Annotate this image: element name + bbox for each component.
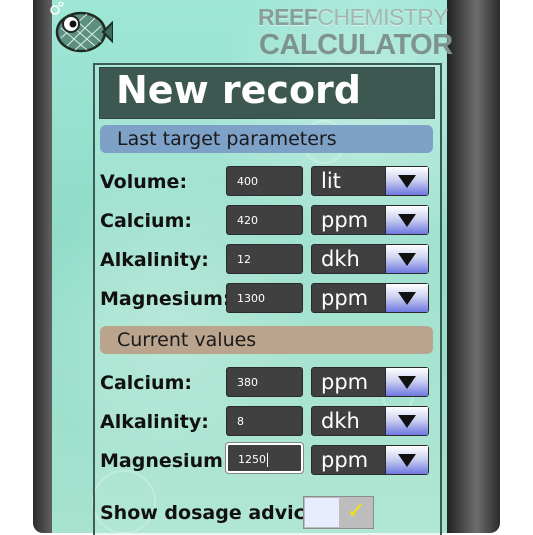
text-caret (267, 453, 268, 467)
target-volume-unit-select[interactable]: lit (311, 166, 429, 196)
current-calcium-unit-select[interactable]: ppm (311, 367, 429, 397)
chevron-down-icon (398, 175, 416, 188)
select-value: dkh (321, 247, 360, 271)
target-magnesium-input[interactable]: 1300 (226, 283, 303, 313)
dropdown-button[interactable] (385, 167, 428, 195)
current-magnesium-label: Magnesium: (100, 450, 231, 472)
checkbox-off-area (305, 498, 339, 527)
dropdown-button[interactable] (385, 446, 428, 474)
target-magnesium-unit-select[interactable]: ppm (311, 283, 429, 313)
current-magnesium-input[interactable]: 1250 (226, 443, 303, 473)
select-value: ppm (321, 286, 369, 310)
chevron-down-icon (398, 454, 416, 467)
chevron-down-icon (398, 292, 416, 305)
section-title-target: Last target parameters (117, 128, 337, 150)
current-magnesium-unit-select[interactable]: ppm (311, 445, 429, 475)
dropdown-button[interactable] (385, 284, 428, 312)
target-magnesium-label: Magnesium: (100, 288, 231, 310)
brand-word-chemistry: CHEMISTRY (317, 4, 448, 30)
dosage-advice-checkbox[interactable]: ✓ (303, 496, 374, 529)
brand-word-reef: REEF (258, 4, 318, 30)
select-value: ppm (321, 208, 369, 232)
page-title: New record (116, 68, 361, 112)
current-calcium-input[interactable]: 380 (226, 367, 303, 397)
target-calcium-input[interactable]: 420 (226, 205, 303, 235)
chevron-down-icon (398, 376, 416, 389)
dropdown-button[interactable] (385, 245, 428, 273)
target-alkalinity-unit-select[interactable]: dkh (311, 244, 429, 274)
dosage-advice-label: Show dosage advice? (100, 502, 329, 524)
brand-subtitle: CALCULATOR (259, 29, 453, 61)
current-alkalinity-unit-select[interactable]: dkh (311, 406, 429, 436)
fish-logo-icon (50, 2, 113, 53)
target-volume-input[interactable]: 400 (226, 166, 303, 196)
chevron-down-icon (398, 253, 416, 266)
select-value: ppm (321, 448, 369, 472)
dropdown-button[interactable] (385, 407, 428, 435)
select-value: ppm (321, 370, 369, 394)
checkbox-on-area: ✓ (339, 498, 372, 527)
section-title-current: Current values (117, 329, 257, 351)
select-value: lit (321, 169, 341, 193)
target-calcium-unit-select[interactable]: ppm (311, 205, 429, 235)
chevron-down-icon (398, 415, 416, 428)
target-volume-label: Volume: (100, 171, 188, 193)
checkmark-icon: ✓ (347, 499, 366, 524)
select-value: dkh (321, 409, 360, 433)
dropdown-button[interactable] (385, 206, 428, 234)
current-calcium-label: Calcium: (100, 372, 192, 394)
chevron-down-icon (398, 214, 416, 227)
target-alkalinity-input[interactable]: 12 (226, 244, 303, 274)
brand-title: REEFCHEMISTRY (258, 4, 448, 31)
current-alkalinity-input[interactable]: 8 (226, 406, 303, 436)
target-calcium-label: Calcium: (100, 210, 192, 232)
target-alkalinity-label: Alkalinity: (100, 249, 209, 271)
current-alkalinity-label: Alkalinity: (100, 411, 209, 433)
dropdown-button[interactable] (385, 368, 428, 396)
input-value: 1250 (238, 453, 266, 466)
